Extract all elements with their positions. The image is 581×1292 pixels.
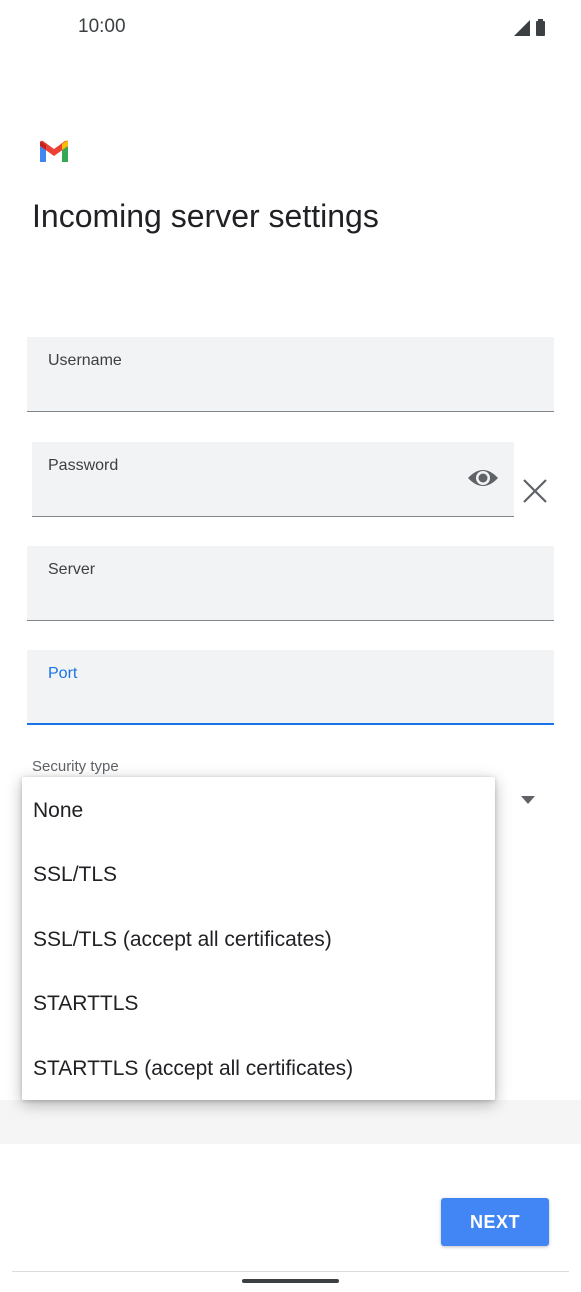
gesture-nav-handle[interactable] xyxy=(242,1279,339,1283)
menu-option-ssl-tls[interactable]: SSL/TLS xyxy=(22,843,495,907)
clear-x-icon[interactable] xyxy=(520,476,550,506)
security-type-label: Security type xyxy=(32,758,119,775)
security-type-menu: None SSL/TLS SSL/TLS (accept all certifi… xyxy=(22,777,495,1100)
battery-icon xyxy=(536,21,545,36)
port-label: Port xyxy=(48,665,78,682)
password-label: Password xyxy=(48,457,119,474)
port-field[interactable]: Port xyxy=(27,650,554,725)
dropdown-arrow-icon[interactable] xyxy=(520,795,536,805)
status-time: 10:00 xyxy=(78,16,126,37)
gmail-logo xyxy=(40,140,68,162)
status-icons xyxy=(514,19,545,36)
menu-option-starttls[interactable]: STARTTLS xyxy=(22,972,495,1036)
password-field[interactable]: Password xyxy=(32,442,514,517)
bottom-divider xyxy=(12,1271,569,1272)
menu-backdrop xyxy=(0,1100,581,1144)
server-field[interactable]: Server xyxy=(27,546,554,621)
page-title: Incoming server settings xyxy=(32,198,379,234)
visibility-eye-icon[interactable] xyxy=(467,466,499,490)
server-label: Server xyxy=(48,561,96,578)
menu-option-starttls-accept-all[interactable]: STARTTLS (accept all certificates) xyxy=(22,1037,495,1101)
menu-option-ssl-tls-accept-all[interactable]: SSL/TLS (accept all certificates) xyxy=(22,908,495,972)
username-label: Username xyxy=(48,352,122,369)
next-button[interactable]: NEXT xyxy=(441,1198,549,1246)
menu-option-none[interactable]: None xyxy=(22,779,495,843)
signal-icon xyxy=(514,20,530,36)
username-field[interactable]: Username xyxy=(27,337,554,412)
